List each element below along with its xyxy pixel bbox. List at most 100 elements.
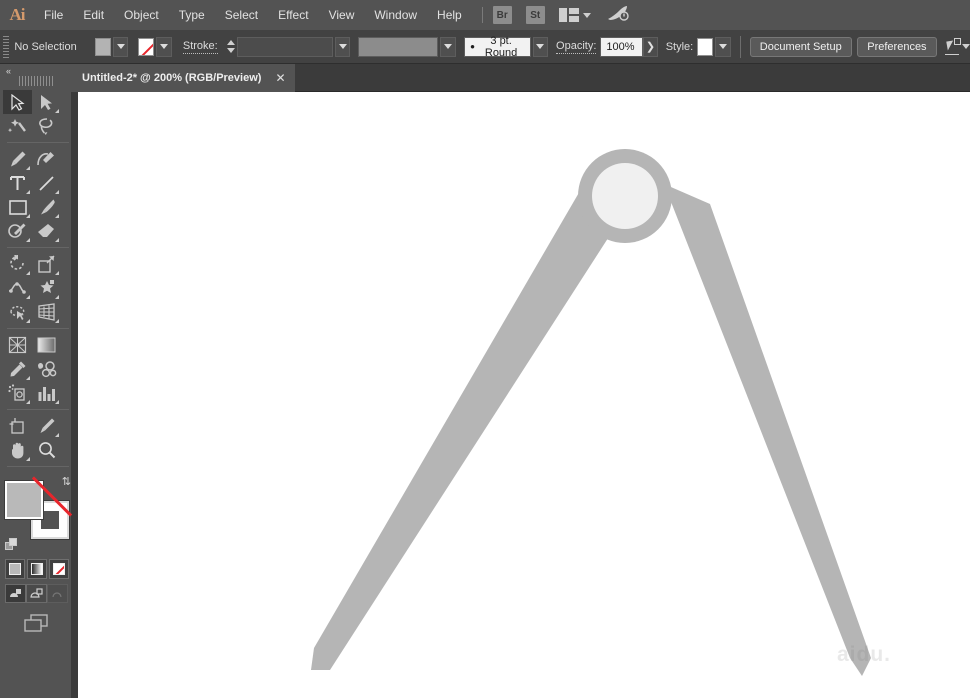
fill-color-indicator[interactable] [4,480,44,520]
free-transform-tool[interactable] [32,276,61,300]
shaper-tool[interactable] [3,219,32,243]
type-tool[interactable] [3,171,32,195]
artwork-compass-divider[interactable] [78,92,970,698]
menu-divider [481,7,483,23]
flyout-indicator-icon [55,109,59,113]
menu-view[interactable]: View [319,0,365,30]
artboard[interactable]: aidu. [78,92,970,698]
default-fill-stroke-icon[interactable] [5,538,18,551]
menu-object[interactable]: Object [114,0,169,30]
collapse-panel-icon[interactable]: « [6,66,11,76]
bridge-button[interactable]: Br [492,6,512,24]
stroke-swatch[interactable] [138,37,155,56]
tools-grid [3,90,69,471]
tools-panel-grip[interactable] [18,76,53,86]
eyedropper-tool[interactable] [3,357,32,381]
curvature-tool[interactable] [32,147,61,171]
stroke-profile-dropdown[interactable] [440,36,456,57]
pen-tool[interactable] [3,147,32,171]
select-similar-icon[interactable] [944,37,962,56]
line-segment-tool[interactable] [32,171,61,195]
stroke-weight-label[interactable]: Stroke: [182,40,218,54]
swap-fill-stroke-icon[interactable]: ⇅ [62,475,71,488]
arrange-documents-icon[interactable] [0,613,71,633]
document-tab[interactable]: Untitled-2* @ 200% (RGB/Preview) ✕ [71,64,295,92]
menu-help[interactable]: Help [427,0,472,30]
stroke-weight-dropdown[interactable] [334,36,351,57]
direct-selection-tool[interactable] [32,90,61,114]
document-setup-button[interactable]: Document Setup [749,36,852,57]
tools-panel: « ⇅ [0,64,73,698]
tools-divider-5 [7,466,69,467]
none-button[interactable] [49,559,69,579]
menu-edit[interactable]: Edit [73,0,114,30]
full-screen-with-menu-button[interactable] [26,584,47,603]
document-tab-title: Untitled-2* @ 200% (RGB/Preview) [82,72,262,84]
screen-mode-buttons [5,584,71,603]
column-graph-tool[interactable] [32,381,61,405]
blend-tool[interactable] [32,357,61,381]
menu-select[interactable]: Select [215,0,268,30]
close-icon[interactable]: ✕ [275,72,285,84]
gradient-button[interactable] [27,559,47,579]
mesh-tool[interactable] [3,333,32,357]
stroke-weight-stepper[interactable] [226,37,237,57]
shape-builder-tool[interactable] [3,300,32,324]
menu-window[interactable]: Window [364,0,427,30]
magic-wand-tool[interactable] [3,114,32,138]
opacity-label[interactable]: Opacity: [556,40,597,54]
rocket-icon[interactable] [607,5,629,25]
paintbrush-tool[interactable] [32,195,61,219]
eraser-tool[interactable] [32,219,61,243]
fill-dropdown[interactable] [113,36,129,57]
menu-type[interactable]: Type [169,0,215,30]
selection-status: No Selection [14,40,77,53]
preferences-button[interactable]: Preferences [857,36,937,57]
chevron-down-icon[interactable] [582,12,591,18]
brush-definition-value: 3 pt. Round [484,34,518,59]
normal-screen-mode-button[interactable] [5,584,26,603]
control-bar-divider [739,35,741,58]
workspace-layout-icon[interactable] [558,8,579,22]
color-mode-buttons [5,559,71,579]
graphic-style-swatch[interactable] [697,37,714,56]
color-button[interactable] [5,559,25,579]
artboard-tool[interactable] [3,414,32,438]
lasso-tool[interactable] [32,114,61,138]
slice-tool[interactable] [32,414,61,438]
brush-definition-field[interactable]: • 3 pt. Round [463,34,531,59]
stroke-dropdown[interactable] [156,36,172,57]
full-screen-mode-button[interactable] [47,584,68,603]
brush-bullet-icon: • [470,39,475,54]
rotate-tool[interactable] [3,252,32,276]
stroke-weight-field[interactable] [236,36,333,57]
stroke-profile-field[interactable] [358,36,439,57]
zoom-tool[interactable] [32,438,61,462]
tools-divider-3 [7,328,69,329]
scale-tool[interactable] [32,252,61,276]
stock-button[interactable]: St [525,6,545,24]
hand-tool[interactable] [3,438,32,462]
opacity-input[interactable]: 100% [600,36,644,57]
document-canvas-area[interactable]: aidu. [71,92,970,698]
rectangle-tool[interactable] [3,195,32,219]
graphic-style-dropdown[interactable] [715,36,731,57]
brush-definition-dropdown[interactable] [532,36,549,57]
perspective-grid-tool[interactable] [32,300,61,324]
tools-panel-header: « [0,64,71,76]
width-tool[interactable] [3,276,32,300]
gradient-tool[interactable] [32,333,61,357]
symbol-sprayer-tool[interactable] [3,381,32,405]
fill-swatch[interactable] [94,37,111,56]
opacity-expand-button[interactable]: ❯ [643,36,658,57]
selection-tool[interactable] [3,90,32,114]
menu-bar: Ai File Edit Object Type Select Effect V… [0,0,970,30]
control-bar-grip[interactable] [3,35,10,58]
select-similar-chevron-icon[interactable] [961,44,970,49]
tools-divider-4 [7,409,69,410]
menu-effect[interactable]: Effect [268,0,318,30]
menu-file[interactable]: File [34,0,73,30]
document-tab-bar: Untitled-2* @ 200% (RGB/Preview) ✕ [0,64,970,92]
illustrator-window: Ai File Edit Object Type Select Effect V… [0,0,970,698]
control-bar: No Selection Stroke: • 3 pt. Round Opaci… [0,30,970,64]
